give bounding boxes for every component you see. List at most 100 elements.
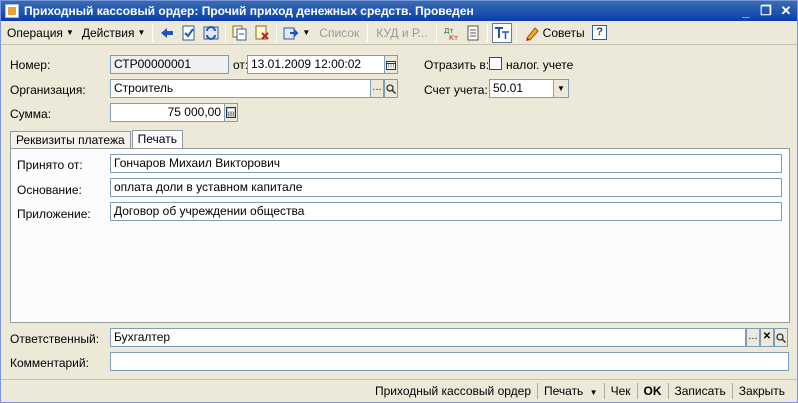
date-field[interactable]: 13.01.2009 12:00:02	[247, 55, 385, 74]
title-bar[interactable]: Приходный кассовый ордер: Прочий приход …	[1, 1, 797, 21]
dt-kt-button[interactable]: Дт Кт	[441, 23, 461, 43]
chevron-down-icon[interactable]: ▼	[302, 28, 310, 37]
toolbar-separator	[225, 23, 227, 42]
toolbar: Операция ▼ Действия ▼ ▼ Список КУД и Р..…	[1, 21, 797, 45]
ellipsis-icon: …	[372, 82, 382, 93]
close-button[interactable]: Закрыть	[733, 384, 791, 398]
svg-text:Кт: Кт	[449, 34, 458, 41]
chevron-down-icon: ▼	[65, 28, 74, 37]
post-document-icon	[182, 25, 195, 40]
reflect-label: Отразить в:	[424, 58, 490, 72]
operation-menu-label: Операция	[7, 25, 63, 40]
sum-field[interactable]: 75 000,00	[110, 103, 225, 122]
print-tab-panel	[10, 148, 790, 323]
ellipsis-icon: …	[748, 331, 758, 342]
search-icon	[386, 84, 397, 95]
sum-label: Сумма:	[10, 107, 52, 121]
responsible-field[interactable]: Бухгалтер	[110, 328, 746, 347]
organization-field[interactable]: Строитель	[110, 79, 371, 98]
copy-document-button[interactable]	[230, 23, 250, 43]
toolbar-separator	[367, 23, 369, 42]
debit-credit-icon: ДтКт	[444, 27, 458, 41]
arrow-left-icon	[161, 27, 174, 38]
basis-label: Основание:	[17, 183, 82, 197]
toolbar-separator	[276, 23, 278, 42]
responsible-select-button[interactable]: …	[746, 328, 760, 347]
list-button[interactable]: Список	[314, 26, 364, 40]
account-value: 50.01	[493, 81, 524, 95]
comment-label: Комментарий:	[10, 356, 89, 370]
responsible-search-button[interactable]	[774, 328, 788, 347]
ok-button[interactable]: OK	[638, 384, 668, 398]
actions-menu-label: Действия	[81, 25, 135, 40]
attachment-label: Приложение:	[17, 207, 91, 221]
text-format-icon	[494, 26, 509, 39]
organization-label: Организация:	[10, 83, 86, 97]
calendar-button[interactable]	[384, 55, 398, 74]
received-from-label: Принято от:	[17, 158, 83, 172]
refresh-icon	[203, 25, 219, 40]
print-menu-button[interactable]: Печать ▼	[538, 384, 604, 398]
toolbar-separator	[152, 23, 154, 42]
tips-button[interactable]: Советы	[520, 23, 589, 43]
tax-accounting-checkbox[interactable]	[489, 57, 502, 70]
document-list-icon	[467, 25, 479, 40]
based-on-button[interactable]	[281, 23, 301, 43]
minimize-button[interactable]: _	[737, 3, 755, 19]
organization-select-button[interactable]: …	[370, 79, 384, 98]
tips-label: Советы	[542, 25, 585, 40]
tax-accounting-label: налог. учете	[506, 58, 574, 72]
close-window-button[interactable]: ✕	[777, 3, 795, 19]
command-bar: Приходный кассовый ордер Печать ▼ Чек OK…	[1, 379, 797, 402]
account-select[interactable]: 50.01 ▼	[489, 79, 569, 98]
comment-field[interactable]	[110, 352, 789, 371]
toolbar-separator	[515, 23, 517, 42]
print-menu-label: Печать	[544, 384, 584, 398]
basis-field[interactable]: оплата доли в уставном капитале	[110, 178, 782, 197]
operation-menu[interactable]: Операция ▼	[3, 23, 78, 43]
responsible-label: Ответственный:	[10, 332, 100, 346]
toolbar-separator	[435, 23, 437, 42]
tab-strip: Реквизиты платежа Печать	[10, 130, 184, 149]
save-button[interactable]: Записать	[669, 384, 732, 398]
delete-document-button[interactable]	[252, 23, 272, 43]
responsible-clear-button[interactable]: ✕	[760, 328, 774, 347]
create-based-on-icon	[283, 27, 299, 39]
search-icon	[776, 333, 787, 344]
tab-payment-details[interactable]: Реквизиты платежа	[10, 131, 131, 149]
restore-button[interactable]: ❐	[757, 3, 775, 19]
refresh-button[interactable]	[201, 23, 221, 43]
number-field[interactable]: СТР00000001	[110, 55, 229, 74]
chevron-down-icon: ▼	[589, 388, 598, 397]
attachment-field[interactable]: Договор об учреждении общества	[110, 202, 782, 221]
number-label: Номер:	[10, 58, 51, 72]
copy-document-icon	[232, 25, 247, 40]
document-window: Приходный кассовый ордер: Прочий приход …	[0, 0, 798, 403]
post-and-close-button[interactable]	[157, 23, 177, 43]
window-title: Приходный кассовый ордер: Прочий приход …	[24, 4, 474, 18]
calculator-button[interactable]	[224, 103, 238, 122]
toolbar-separator	[486, 23, 488, 42]
received-from-field[interactable]: Гончаров Михаил Викторович	[110, 154, 782, 173]
kud-button[interactable]: КУД и Р...	[371, 26, 432, 40]
tips-pencil-icon	[525, 26, 539, 41]
calendar-icon	[386, 61, 396, 70]
organization-search-button[interactable]	[384, 79, 398, 98]
delete-document-icon	[255, 25, 270, 40]
text-format-button[interactable]	[491, 22, 512, 43]
calculator-icon	[226, 107, 236, 118]
date-label: от:	[233, 58, 249, 72]
help-icon: ?	[592, 25, 608, 40]
account-label: Счет учета:	[424, 83, 488, 97]
chevron-down-icon[interactable]: ▼	[553, 80, 568, 97]
actions-menu[interactable]: Действия ▼	[78, 23, 150, 43]
help-button[interactable]: ?	[590, 23, 610, 43]
pko-print-button[interactable]: Приходный кассовый ордер	[369, 384, 537, 398]
structure-button[interactable]	[463, 23, 483, 43]
tab-print[interactable]: Печать	[131, 130, 183, 149]
check-button[interactable]: Чек	[605, 384, 637, 398]
clear-icon: ✕	[762, 331, 772, 342]
chevron-down-icon: ▼	[137, 28, 146, 37]
document-icon	[5, 4, 19, 18]
post-button[interactable]	[179, 23, 199, 43]
